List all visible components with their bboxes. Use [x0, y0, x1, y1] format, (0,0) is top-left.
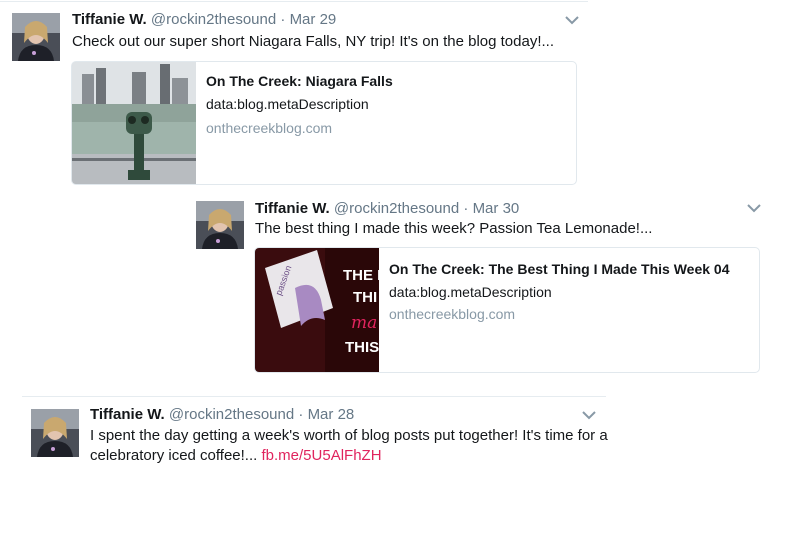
- author-name[interactable]: Tiffanie W.: [72, 11, 147, 28]
- author-handle[interactable]: @rockin2thesound: [169, 406, 294, 423]
- card-image-text: ma: [351, 313, 377, 333]
- card-url[interactable]: onthecreekblog.com: [389, 306, 515, 322]
- tweet-1[interactable]: Tiffanie W. @rockin2thesound · Mar 29 Ch…: [0, 0, 588, 190]
- chevron-down-icon[interactable]: [746, 202, 762, 214]
- chevron-down-icon[interactable]: [564, 14, 580, 26]
- tweet-2[interactable]: Tiffanie W. @rockin2thesound · Mar 30 Th…: [183, 190, 783, 380]
- separator-dot: ·: [463, 200, 469, 217]
- card-description: data:blog.metaDescription: [206, 96, 369, 112]
- tweet-date[interactable]: Mar 28: [308, 406, 355, 423]
- tweet-date[interactable]: Mar 29: [290, 11, 337, 28]
- card-title[interactable]: On The Creek: The Best Thing I Made This…: [389, 261, 729, 277]
- card-url[interactable]: onthecreekblog.com: [206, 120, 332, 136]
- tweet-text: The best thing I made this week? Passion…: [255, 220, 653, 237]
- card-image-text: THI: [353, 289, 377, 306]
- link-card[interactable]: passion THE BE THI ma THIS On The Creek:…: [254, 247, 760, 373]
- chevron-down-icon[interactable]: [581, 409, 597, 421]
- avatar[interactable]: [196, 201, 244, 249]
- tweet-text-line-1: I spent the day getting a week's worth o…: [90, 427, 608, 444]
- tweet-3[interactable]: Tiffanie W. @rockin2thesound · Mar 28 I …: [18, 396, 608, 476]
- author-handle[interactable]: @rockin2thesound: [151, 11, 276, 28]
- avatar[interactable]: [12, 13, 60, 61]
- card-image-text: THE BE: [343, 267, 379, 284]
- card-description: data:blog.metaDescription: [389, 284, 552, 300]
- separator-dot: ·: [298, 406, 304, 423]
- tweet-date[interactable]: Mar 30: [473, 200, 520, 217]
- tweet-link[interactable]: fb.me/5U5AlFhZH: [262, 447, 382, 464]
- card-image: [72, 62, 196, 184]
- tweet-header: Tiffanie W. @rockin2thesound · Mar 30: [255, 200, 519, 218]
- author-name[interactable]: Tiffanie W.: [255, 200, 330, 217]
- tweet-text-line-2: celebratory iced coffee!... fb.me/5U5AlF…: [90, 445, 382, 467]
- author-name[interactable]: Tiffanie W.: [90, 406, 165, 423]
- author-handle[interactable]: @rockin2thesound: [334, 200, 459, 217]
- tweet-text: Check out our super short Niagara Falls,…: [72, 33, 554, 50]
- tweet-text: celebratory iced coffee!...: [90, 447, 258, 464]
- tweet-header: Tiffanie W. @rockin2thesound · Mar 29: [72, 11, 336, 29]
- avatar[interactable]: [31, 409, 79, 457]
- card-title[interactable]: On The Creek: Niagara Falls: [206, 73, 393, 89]
- card-image-text: THIS: [345, 339, 379, 356]
- tweet-header: Tiffanie W. @rockin2thesound · Mar 28: [90, 406, 354, 424]
- link-card[interactable]: On The Creek: Niagara Falls data:blog.me…: [71, 61, 577, 185]
- card-image: passion THE BE THI ma THIS: [255, 248, 379, 372]
- separator-dot: ·: [280, 11, 286, 28]
